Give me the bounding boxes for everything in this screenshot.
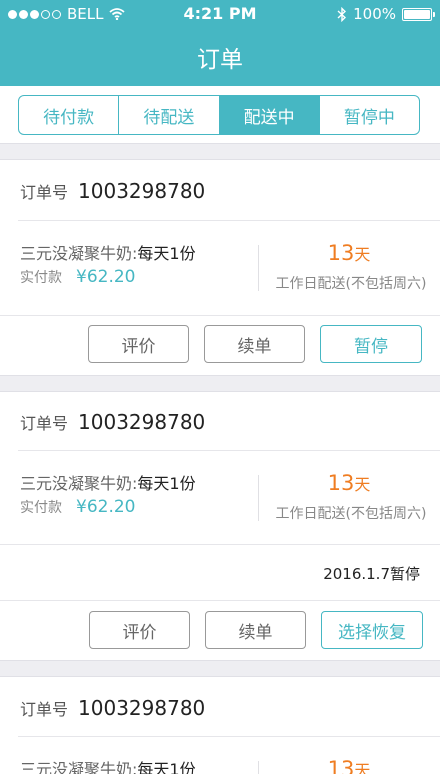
divider [18, 450, 440, 451]
product-info: 三元没凝聚牛奶:每天1份 [20, 470, 196, 494]
paid-label: 实付款 [20, 500, 62, 516]
delivery-note: 工作日配送(不包括周六) [275, 506, 427, 522]
renew-button[interactable]: 续单 [204, 325, 305, 363]
order-status-tabs: 待付款 待配送 配送中 暂停中 [18, 95, 420, 135]
order-number: 1003298780 [78, 179, 206, 203]
divider [18, 220, 440, 221]
paid-amount: ¥62.20 [76, 267, 136, 287]
review-button[interactable]: 评价 [88, 325, 189, 363]
product-frequency: 每天1份 [137, 474, 196, 493]
renew-button[interactable]: 续单 [205, 611, 306, 649]
tab-pending-delivery[interactable]: 待配送 [119, 96, 220, 134]
product-frequency: 每天1份 [137, 244, 196, 263]
days-value: 13 [327, 241, 355, 265]
order-number-label: 订单号 [20, 414, 69, 433]
order-number-label: 订单号 [20, 183, 69, 202]
section-divider [0, 143, 440, 160]
days-value: 13 [327, 757, 355, 774]
days-unit: 天 [354, 475, 371, 494]
paid-amount: ¥62.20 [76, 497, 136, 517]
resume-button[interactable]: 选择恢复 [321, 611, 423, 649]
days-unit: 天 [354, 245, 371, 264]
order-number: 1003298780 [78, 696, 206, 720]
divider [0, 600, 440, 601]
order-number-row: 订单号 1003298780 [20, 179, 205, 203]
order-card: 订单号 1003298780 三元没凝聚牛奶:每天1份 13天 [0, 678, 440, 774]
battery-icon [402, 7, 435, 21]
divider [0, 315, 440, 316]
status-bar: BELL 4:21 PM 100% [0, 0, 440, 28]
remaining-days: 13天 [258, 471, 440, 495]
paid-label: 实付款 [20, 270, 62, 286]
product-info: 三元没凝聚牛奶:每天1份 [20, 240, 196, 264]
tab-paused[interactable]: 暂停中 [320, 96, 419, 134]
product-name: 三元没凝聚牛奶: [20, 474, 138, 493]
section-divider [0, 375, 440, 392]
delivery-note: 工作日配送(不包括周六) [275, 276, 427, 292]
order-number: 1003298780 [78, 410, 206, 434]
remaining-days: 13天 [258, 241, 440, 265]
paid-row: 实付款 ¥62.20 [20, 497, 135, 517]
remaining-days: 13天 [258, 757, 440, 774]
divider [0, 544, 440, 545]
order-card: 订单号 1003298780 三元没凝聚牛奶:每天1份 实付款 ¥62.20 1… [0, 161, 440, 375]
tab-delivering[interactable]: 配送中 [219, 96, 320, 134]
review-button[interactable]: 评价 [89, 611, 190, 649]
product-name: 三元没凝聚牛奶: [20, 760, 138, 774]
order-number-row: 订单号 1003298780 [20, 410, 205, 434]
bluetooth-icon [337, 6, 347, 22]
tab-pending-payment[interactable]: 待付款 [19, 96, 120, 134]
pause-date: 2016.1.7暂停 [323, 565, 420, 583]
product-name: 三元没凝聚牛奶: [20, 244, 138, 263]
order-number-label: 订单号 [20, 700, 69, 719]
app-header: BELL 4:21 PM 100% 订单 [0, 0, 440, 86]
order-card: 订单号 1003298780 三元没凝聚牛奶:每天1份 实付款 ¥62.20 1… [0, 392, 440, 660]
days-unit: 天 [354, 761, 371, 774]
product-frequency: 每天1份 [137, 760, 196, 774]
section-divider [0, 660, 440, 677]
battery-percent: 100% [353, 5, 396, 23]
page-title: 订单 [197, 47, 243, 73]
product-info: 三元没凝聚牛奶:每天1份 [20, 756, 196, 774]
order-number-row: 订单号 1003298780 [20, 696, 205, 720]
days-value: 13 [327, 471, 355, 495]
divider [18, 736, 440, 737]
pause-button[interactable]: 暂停 [320, 325, 422, 363]
paid-row: 实付款 ¥62.20 [20, 267, 135, 287]
